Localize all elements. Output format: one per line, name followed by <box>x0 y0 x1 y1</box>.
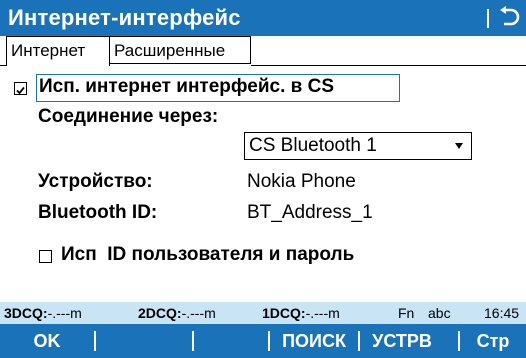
window-title: Интернет-интерфейс <box>8 5 241 30</box>
bluetooth-id-value: BT_Address_1 <box>247 202 373 223</box>
device-value: Nokia Phone <box>247 171 356 192</box>
use-internet-interface-checkbox[interactable] <box>14 82 27 95</box>
device-label: Устройство: <box>38 171 153 192</box>
bluetooth-id-label: Bluetooth ID: <box>38 202 158 223</box>
search-button[interactable]: ПОИСК <box>270 324 358 358</box>
status-3dcq-label: 3DCQ: <box>4 305 48 321</box>
softkey-bar: OK ПОИСК УСТРВ Стр <box>0 324 526 358</box>
status-1dcq-value: -.---m <box>305 305 340 321</box>
tab-underline <box>251 65 526 66</box>
tab-underline-left <box>0 65 6 66</box>
status-fn: Fn <box>398 305 415 321</box>
checkmark-icon <box>16 86 25 95</box>
page-button[interactable]: Стр <box>460 324 526 358</box>
status-2dcq-value: -.---m <box>181 305 216 321</box>
status-3dcq: 3DCQ:-.---m <box>4 305 82 321</box>
device-button[interactable]: УСТРВ <box>360 324 444 358</box>
use-internet-interface-row[interactable]: Исп. интернет интерфейс. в CS <box>14 74 400 104</box>
status-2dcq: 2DCQ:-.---m <box>138 305 216 321</box>
status-input-mode: abc <box>428 305 451 321</box>
tab-advanced[interactable]: Расширенные <box>110 36 251 64</box>
use-internet-interface-label: Исп. интернет интерфейс. в CS <box>39 76 335 97</box>
status-bar: 3DCQ:-.---m 2DCQ:-.---m 1DCQ:-.---m Fn a… <box>0 302 526 324</box>
status-1dcq: 1DCQ:-.---m <box>262 305 340 321</box>
tab-internet[interactable]: Интернет <box>6 36 110 66</box>
tab-bar: Интернет Расширенные <box>0 36 526 66</box>
status-time: 16:45 <box>484 305 520 321</box>
use-user-id-checkbox[interactable] <box>39 250 52 263</box>
connection-select[interactable]: CS Bluetooth 1 <box>244 132 472 160</box>
connection-label: Соединение через: <box>38 106 219 127</box>
empty-softkey-3[interactable] <box>194 324 268 358</box>
status-3dcq-value: -.---m <box>47 305 82 321</box>
connection-selected-value: CS Bluetooth 1 <box>249 135 377 156</box>
ok-button[interactable]: OK <box>0 324 94 358</box>
status-2dcq-label: 2DCQ: <box>138 305 182 321</box>
empty-softkey-2[interactable] <box>96 324 192 358</box>
back-icon[interactable] <box>496 5 520 29</box>
use-user-id-label: Исп ID пользователя и пароль <box>61 244 355 265</box>
title-separator <box>487 9 489 28</box>
dropdown-arrow-icon <box>455 143 463 149</box>
title-bar: Интернет-интерфейс <box>0 0 526 36</box>
status-1dcq-label: 1DCQ: <box>262 305 306 321</box>
